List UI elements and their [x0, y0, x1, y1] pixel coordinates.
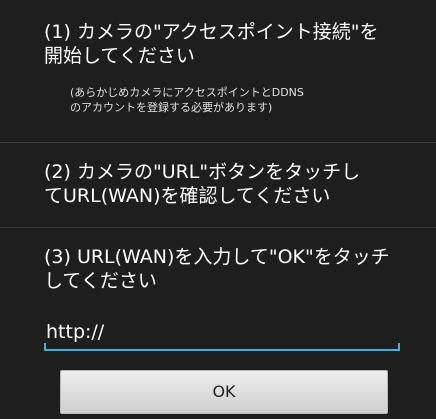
step-3-instruction: (3) URL(WAN)を入力して"OK"をタッチ してください: [44, 246, 390, 292]
ok-button[interactable]: OK: [60, 370, 388, 414]
url-input[interactable]: [44, 315, 400, 351]
step-1-instruction: (1) カメラの"アクセスポイント接続"を 開始してください: [44, 21, 379, 67]
step-2-instruction: (2) カメラの"URL"ボタンをタッチし てURL(WAN)を確認してください: [44, 161, 361, 207]
url-setup-screen: (1) カメラの"アクセスポイント接続"を 開始してください (あらかじめカメラ…: [0, 0, 436, 419]
url-input-underline-right: [398, 343, 400, 351]
url-input-underline-left: [44, 343, 46, 351]
step-1-note: (あらかじめカメラにアクセスポイントとDDNS のアカウントを登録する必要があり…: [70, 86, 304, 114]
